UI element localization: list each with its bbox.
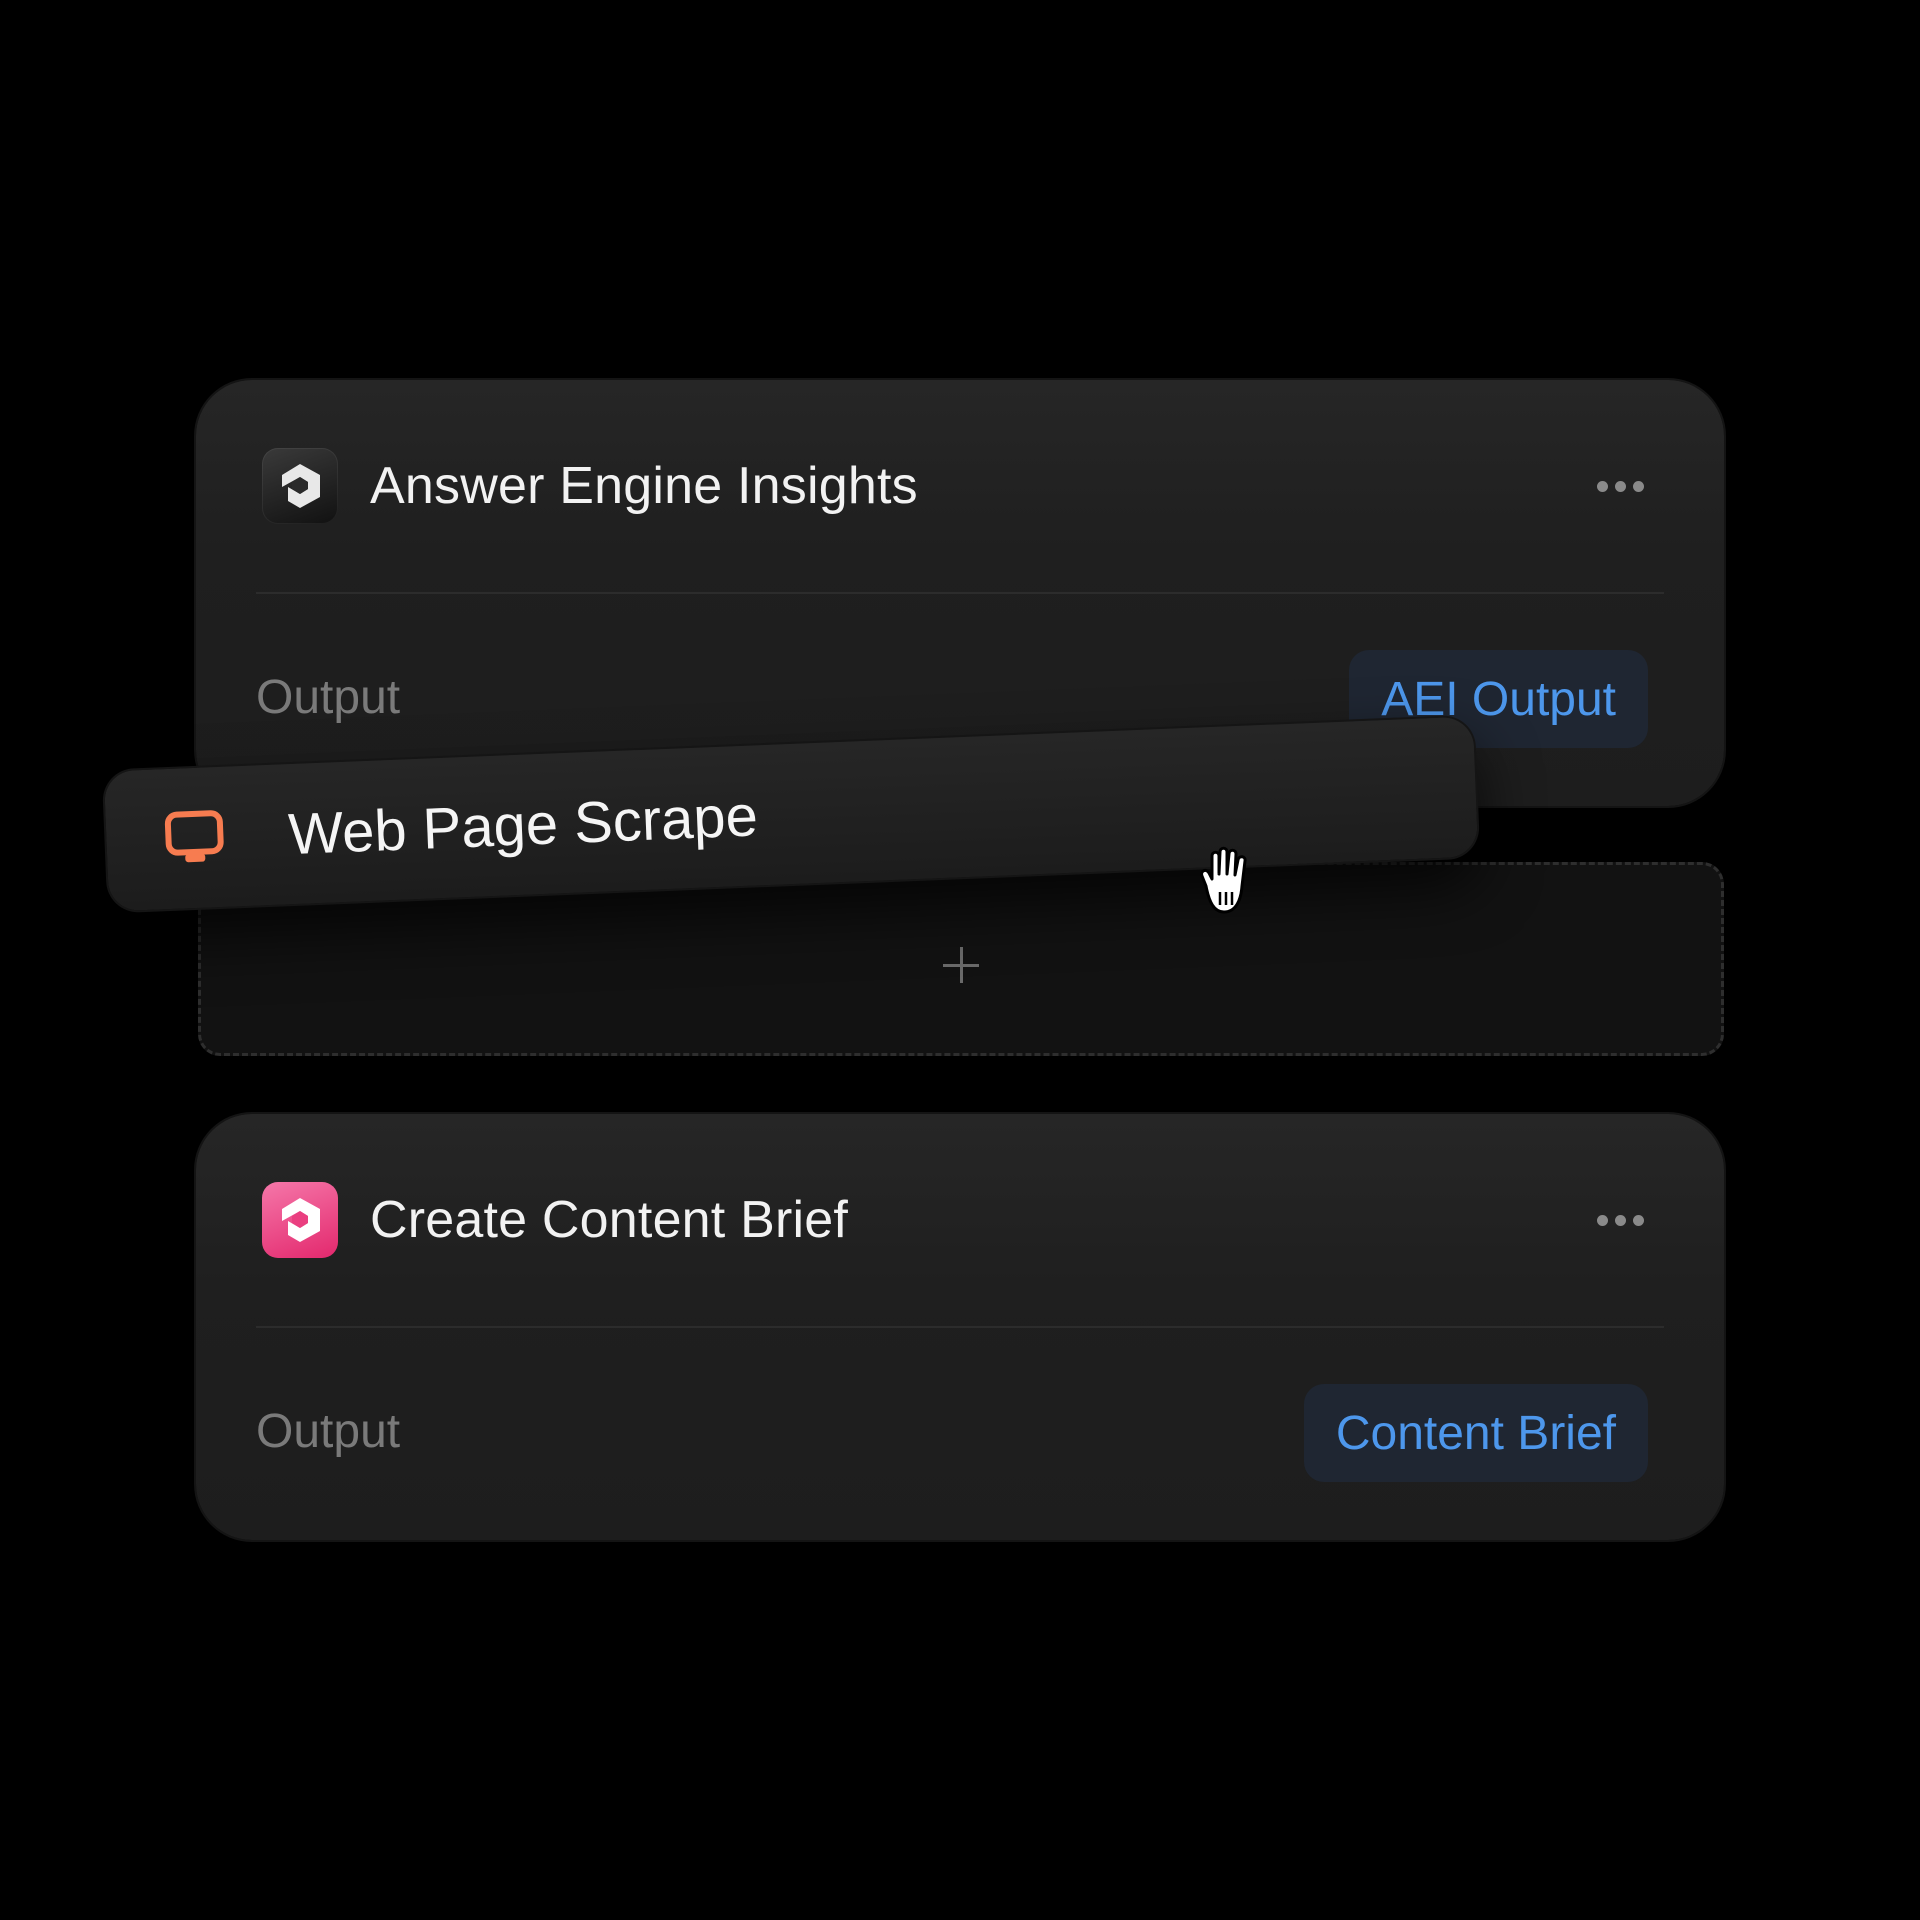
more-dots-icon-dot <box>1633 1214 1644 1226</box>
divider <box>256 592 1664 594</box>
more-dots-icon-dot <box>1615 480 1626 492</box>
step-title: Answer Engine Insights <box>370 457 918 515</box>
divider <box>256 1326 1664 1328</box>
output-variable-chip[interactable]: Content Brief <box>1303 1384 1648 1482</box>
more-dots-icon <box>1597 1214 1608 1226</box>
workflow-canvas: Answer Engine Insights Output AEI Output… <box>0 0 1920 1920</box>
answer-engine-app-icon <box>262 448 338 524</box>
step-card-create-content-brief[interactable]: Create Content Brief Output Content Brie… <box>196 1114 1724 1540</box>
output-label: Output <box>256 1405 401 1458</box>
more-options-button[interactable] <box>1597 471 1644 502</box>
more-options-button[interactable] <box>1597 1205 1644 1236</box>
more-dots-icon-dot <box>1633 480 1644 492</box>
content-brief-app-icon <box>262 1182 338 1258</box>
grab-hand-cursor <box>1192 842 1266 922</box>
monitor-icon <box>161 805 228 872</box>
step-card-header: Answer Engine Insights <box>262 446 1644 526</box>
dragged-step-title: Web Page Scrape <box>287 782 760 867</box>
more-dots-icon <box>1597 480 1608 492</box>
plus-icon <box>943 947 979 983</box>
more-dots-icon-dot <box>1615 1214 1626 1226</box>
output-label: Output <box>256 671 401 724</box>
step-card-header: Create Content Brief <box>262 1180 1644 1260</box>
step-title: Create Content Brief <box>370 1191 849 1249</box>
